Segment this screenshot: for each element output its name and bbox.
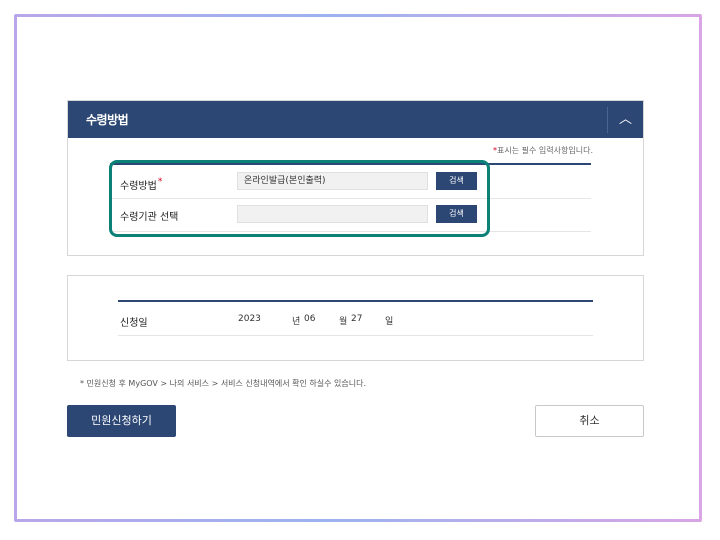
notice-text: * 민원신청 후 MyGOV > 나의 서비스 > 서비스 신청내역에서 확인 … [80, 379, 367, 388]
date-month-unit: 월 [339, 317, 348, 327]
chevron-up-icon[interactable]: ︿ [608, 101, 643, 138]
panel-title: 수령방법 [86, 113, 129, 127]
date-day: 27 [351, 314, 363, 324]
date-month: 06 [304, 314, 316, 324]
application-date-panel: 신청일 2023 년 06 월 27 일 [67, 275, 644, 361]
cancel-button[interactable]: 취소 [535, 405, 644, 437]
apply-button[interactable]: 민원신청하기 [67, 405, 176, 437]
highlight-box [109, 160, 490, 237]
date-bottom-divider [118, 335, 593, 336]
date-label: 신청일 [120, 318, 148, 329]
date-top-divider [118, 300, 593, 302]
required-note-text: 표시는 필수 입력사항입니다. [497, 146, 593, 155]
date-day-unit: 일 [385, 317, 394, 327]
required-note: *표시는 필수 입력사항입니다. [493, 145, 593, 156]
date-year-unit: 년 [292, 317, 301, 327]
date-year: 2023 [238, 314, 261, 324]
screenshot-frame [14, 14, 702, 522]
panel-header: 수령방법 ︿ [68, 101, 643, 138]
